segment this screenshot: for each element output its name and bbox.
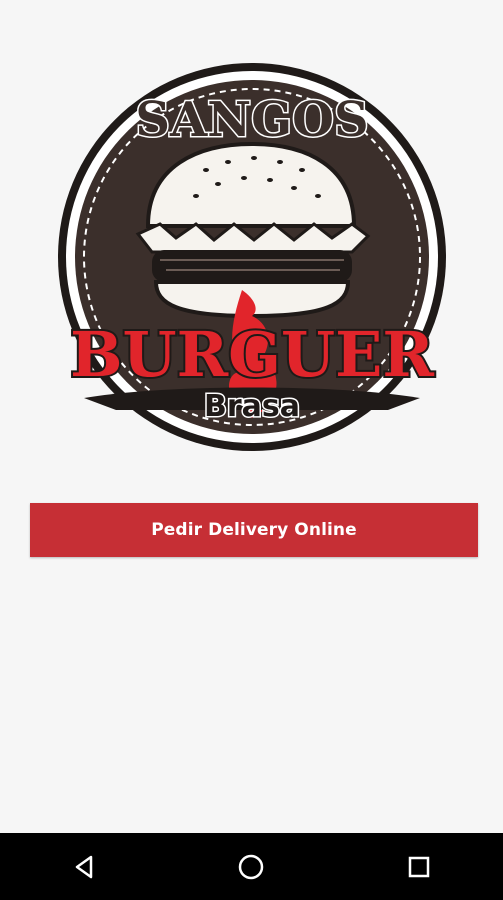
recents-icon [408,856,430,877]
back-icon [75,855,93,878]
home-icon [239,854,264,879]
app-screen: SANGOS BURGUER Brasa Pedir Delivery Onli… [0,0,503,833]
logo-sub-text: Brasa [204,389,300,424]
home-button[interactable] [221,837,281,897]
order-delivery-button[interactable]: Pedir Delivery Online [30,503,478,557]
brand-logo: SANGOS BURGUER Brasa [56,58,448,456]
back-button[interactable] [54,837,114,897]
recents-button[interactable] [389,837,449,897]
logo-top-text: SANGOS [135,92,368,148]
logo-main-text: BURGUER [70,318,434,391]
android-navigation-bar [0,833,503,900]
brand-logo-graphic: SANGOS BURGUER Brasa [58,63,446,451]
